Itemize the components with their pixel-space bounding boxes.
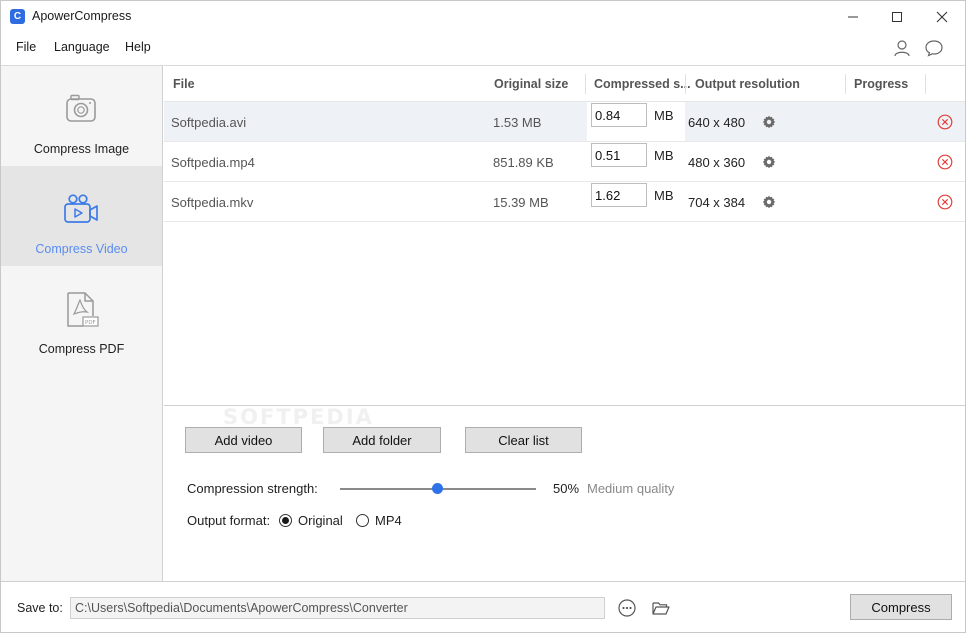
file-table: File Original size Compressed s... Outpu… bbox=[164, 65, 965, 405]
compression-controls: Add video Add folder Clear list Compress… bbox=[164, 405, 965, 581]
add-video-button[interactable]: Add video bbox=[185, 427, 302, 453]
add-folder-button[interactable]: Add folder bbox=[323, 427, 441, 453]
clear-list-button[interactable]: Clear list bbox=[465, 427, 582, 453]
quality-label: Medium quality bbox=[587, 481, 675, 496]
save-to-label: Save to: bbox=[17, 601, 63, 615]
user-icon[interactable] bbox=[892, 38, 912, 58]
compressed-size-input[interactable] bbox=[591, 103, 647, 127]
column-header-file[interactable]: File bbox=[173, 77, 195, 91]
format-original-label[interactable]: Original bbox=[298, 513, 343, 528]
more-options-icon[interactable] bbox=[617, 598, 637, 618]
gear-icon[interactable] bbox=[762, 115, 776, 129]
remove-icon[interactable] bbox=[937, 114, 953, 130]
sidebar-item-label: Compress PDF bbox=[38, 342, 125, 356]
column-header-output-resolution[interactable]: Output resolution bbox=[695, 77, 800, 91]
compress-button[interactable]: Compress bbox=[850, 594, 952, 620]
menu-bar: File Language Help bbox=[1, 34, 965, 60]
maximize-button[interactable] bbox=[874, 1, 920, 32]
close-button[interactable] bbox=[919, 1, 965, 32]
column-header-compressed-size[interactable]: Compressed s... bbox=[594, 77, 691, 91]
file-name: Softpedia.mp4 bbox=[171, 155, 255, 170]
remove-icon[interactable] bbox=[937, 154, 953, 170]
column-divider bbox=[585, 74, 586, 94]
app-logo-icon: C bbox=[10, 9, 25, 24]
output-resolution: 480 x 360 bbox=[688, 155, 746, 170]
camera-icon bbox=[66, 94, 96, 122]
title-bar: C ApowerCompress bbox=[1, 1, 965, 32]
sidebar-item-compress-image[interactable]: Compress Image bbox=[1, 66, 162, 166]
gear-icon[interactable] bbox=[762, 195, 776, 209]
table-row[interactable]: Softpedia.mkv 15.39 MB MB 704 x 384 bbox=[164, 182, 965, 222]
app-window: C ApowerCompress File Language Help Comp… bbox=[0, 0, 966, 633]
file-name: Softpedia.mkv bbox=[171, 195, 254, 210]
window-title: ApowerCompress bbox=[32, 9, 132, 23]
column-header-original-size[interactable]: Original size bbox=[494, 77, 568, 91]
menu-language[interactable]: Language bbox=[54, 40, 110, 54]
compressed-size-cell: MB bbox=[587, 102, 685, 141]
sidebar-item-label: Compress Video bbox=[35, 242, 128, 256]
strength-percent: 50% bbox=[553, 481, 580, 496]
original-size: 1.53 MB bbox=[493, 115, 542, 130]
column-divider bbox=[685, 74, 686, 94]
gear-icon[interactable] bbox=[762, 155, 776, 169]
format-original-radio[interactable] bbox=[279, 514, 292, 527]
maximize-icon bbox=[892, 11, 902, 22]
save-path-field[interactable]: C:\Users\Softpedia\Documents\ApowerCompr… bbox=[70, 597, 605, 619]
table-row[interactable]: Softpedia.avi 1.53 MB MB 640 x 480 bbox=[164, 102, 965, 142]
original-size: 851.89 KB bbox=[493, 155, 554, 170]
pdf-icon: PDF bbox=[67, 292, 99, 327]
compressed-size-cell: MB bbox=[587, 142, 685, 181]
menu-file[interactable]: File bbox=[16, 40, 36, 54]
sidebar-item-label: Compress Image bbox=[33, 142, 130, 156]
svg-text:PDF: PDF bbox=[85, 320, 96, 326]
unit-label: MB bbox=[654, 188, 674, 203]
compression-strength-label: Compression strength: bbox=[187, 481, 318, 496]
menu-help[interactable]: Help bbox=[125, 40, 151, 54]
minimize-button[interactable] bbox=[830, 1, 876, 32]
output-format-label: Output format: bbox=[187, 513, 271, 528]
output-resolution: 640 x 480 bbox=[688, 115, 746, 130]
close-icon bbox=[936, 11, 948, 22]
remove-icon[interactable] bbox=[937, 194, 953, 210]
footer-bar: Save to: C:\Users\Softpedia\Documents\Ap… bbox=[1, 581, 965, 632]
compressed-size-cell: MB bbox=[587, 182, 685, 221]
compressed-size-input[interactable] bbox=[591, 143, 647, 167]
sidebar-item-compress-pdf[interactable]: PDF Compress PDF bbox=[1, 266, 162, 366]
unit-label: MB bbox=[654, 148, 674, 163]
output-resolution: 704 x 384 bbox=[688, 195, 746, 210]
table-row[interactable]: Softpedia.mp4 851.89 KB MB 480 x 360 bbox=[164, 142, 965, 182]
original-size: 15.39 MB bbox=[493, 195, 549, 210]
folder-icon[interactable] bbox=[651, 598, 671, 618]
table-header: File Original size Compressed s... Outpu… bbox=[164, 66, 965, 102]
column-divider bbox=[845, 74, 846, 94]
column-divider bbox=[925, 74, 926, 94]
compressed-size-input[interactable] bbox=[591, 183, 647, 207]
unit-label: MB bbox=[654, 108, 674, 123]
slider-handle[interactable] bbox=[432, 483, 443, 494]
format-mp4-radio[interactable] bbox=[356, 514, 369, 527]
column-header-progress[interactable]: Progress bbox=[854, 77, 908, 91]
format-mp4-label[interactable]: MP4 bbox=[375, 513, 402, 528]
sidebar-item-compress-video[interactable]: Compress Video bbox=[1, 166, 162, 266]
file-name: Softpedia.avi bbox=[171, 115, 247, 130]
sidebar: Compress Image Compress Video PDF Compre… bbox=[1, 65, 163, 581]
minimize-icon bbox=[848, 16, 858, 17]
video-camera-icon bbox=[64, 194, 98, 223]
chat-icon[interactable] bbox=[924, 38, 944, 58]
